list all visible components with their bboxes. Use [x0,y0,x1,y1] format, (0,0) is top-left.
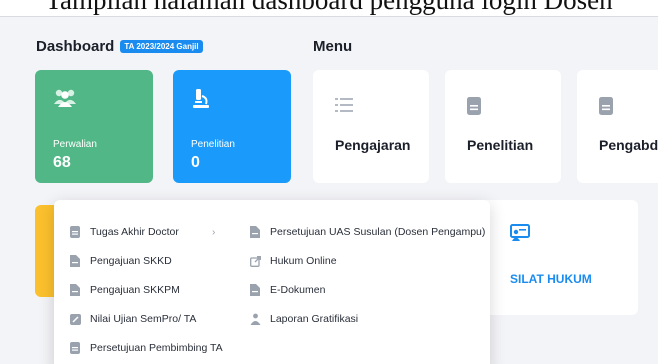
file-icon [248,226,262,238]
users-icon [53,88,77,113]
external-link-icon [248,255,262,267]
stat-label: Perwalian [53,139,97,150]
dashboard-screen: Dashboard TA 2023/2024 Ganjil Menu Perwa… [0,16,658,364]
dropdown-item-e-dokumen[interactable]: E-Dokumen [248,284,325,296]
menu-card-label: Pengabdia [599,137,658,153]
menu-card-pengabdian[interactable]: Pengabdia [577,70,658,183]
user-report-icon [248,313,262,325]
dropdown-item-label: E-Dokumen [270,284,326,296]
document-icon [68,226,82,238]
dropdown-item-label: Nilai Ujian SemPro/ TA [90,313,197,325]
menu-card-pengajaran[interactable]: Pengajaran [313,70,429,183]
menu-card-label: Penelitian [467,137,534,153]
dropdown-item-pengajuan-skkpm[interactable]: Pengajuan SKKPM [68,284,180,296]
presentation-icon [510,224,530,247]
menu-card-penelitian[interactable]: Penelitian [445,70,561,183]
stat-label: Penelitian [191,139,235,150]
menu-card-label: Pengajaran [335,137,411,153]
dropdown-item-hukum-online[interactable]: Hukum Online [248,255,337,267]
document-icon [467,97,481,120]
dropdown-item-laporan-gratifikasi[interactable]: Laporan Gratifikasi [248,313,358,325]
dropdown-item-label: Pengajuan SKKPM [90,284,180,296]
dropdown-menu: Tugas Akhir Doctor › Pengajuan SKKD Peng… [54,200,490,364]
microscope-icon [191,88,211,115]
dropdown-item-persetujuan-pembimbing[interactable]: Persetujuan Pembimbing TA [68,342,223,354]
dropdown-item-label: Pengajuan SKKD [90,255,172,267]
dropdown-item-nilai-ujian[interactable]: Nilai Ujian SemPro/ TA [68,313,196,325]
dropdown-item-label: Tugas Akhir Doctor [90,226,179,238]
dashboard-header: Dashboard TA 2023/2024 Ganjil [36,38,203,55]
document-icon [68,342,82,354]
dropdown-item-label: Hukum Online [270,255,337,267]
dropdown-item-persetujuan-uas-susulan[interactable]: Persetujuan UAS Susulan (Dosen Pengampu) [248,226,485,238]
document-caption: Tampilan halaman dashboard pengguna logi… [45,0,613,15]
list-icon [335,97,353,118]
menu-title: Menu [313,38,353,55]
dropdown-item-tugas-akhir-doctor[interactable]: Tugas Akhir Doctor [68,226,179,238]
document-icon [599,97,613,120]
chevron-right-icon: › [212,227,216,238]
dropdown-item-pengajuan-skkd[interactable]: Pengajuan SKKD [68,255,172,267]
file-icon [248,284,262,296]
stat-card-perwalian[interactable]: Perwalian 68 [35,70,153,183]
menu-card-label: SILAT HUKUM [510,272,592,286]
file-icon [68,284,82,296]
file-icon [68,255,82,267]
stat-value: 68 [53,154,71,171]
stat-card-penelitian[interactable]: Penelitian 0 [173,70,291,183]
menu-card-silat-hukum[interactable]: SILAT HUKUM [480,200,638,315]
dropdown-item-label: Persetujuan UAS Susulan (Dosen Pengampu) [270,226,486,238]
academic-year-badge: TA 2023/2024 Ganjil [120,40,203,53]
page-title: Dashboard [36,38,115,55]
stat-value: 0 [191,154,200,171]
edit-icon [68,313,82,325]
dropdown-item-label: Persetujuan Pembimbing TA [90,342,223,354]
dropdown-item-label: Laporan Gratifikasi [270,313,359,325]
